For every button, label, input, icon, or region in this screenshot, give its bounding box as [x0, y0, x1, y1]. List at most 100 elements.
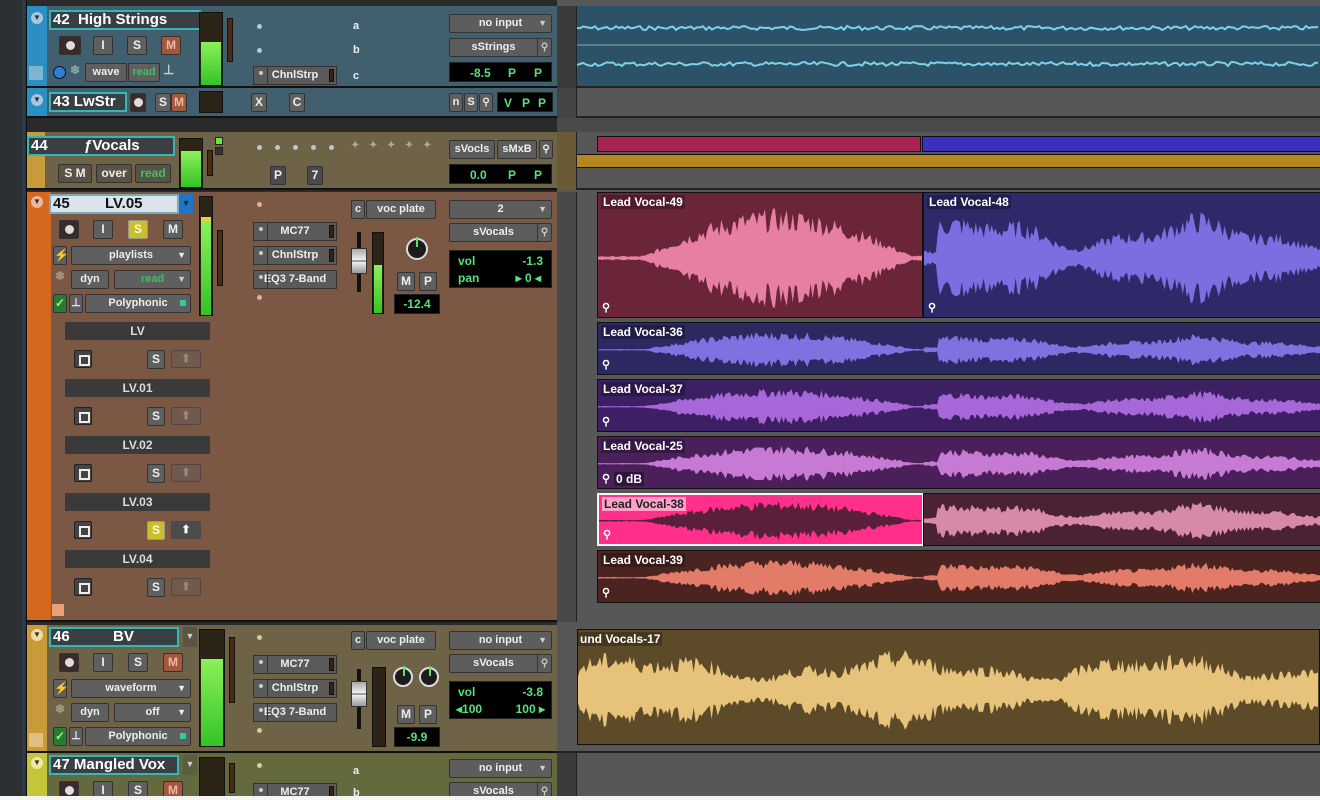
audio-region[interactable]: Lead Vocal-37 ⚲ — [597, 379, 1320, 432]
track-options-icon[interactable]: ▼ — [31, 629, 43, 641]
insert-slot-chnlstrp[interactable]: ChnlStrp — [253, 246, 337, 265]
region-sync-icon[interactable]: ⚲ — [928, 301, 936, 314]
playlist-promote-up-icon[interactable]: ⬆ — [171, 350, 201, 368]
region-sync-icon[interactable]: ⚲ — [602, 415, 610, 428]
elastic-audio-icon[interactable]: ⊥ — [69, 727, 83, 746]
send-a-label[interactable]: a — [353, 20, 359, 32]
audio-region[interactable]: Lead Vocal-49 ⚲ — [597, 192, 923, 318]
track-42-high-strings[interactable]: ▼ 42 High Strings ▼ I S M ❄ wave read ⊥ … — [27, 6, 557, 88]
insert-slot-a-dot[interactable] — [257, 635, 262, 640]
playlist-promote-up-icon[interactable]: ⬆ — [171, 521, 201, 539]
elastic-audio-icon[interactable]: ⊥ — [69, 294, 83, 313]
track-menu-arrow-icon[interactable]: ▼ — [183, 627, 197, 647]
sample-timebase-icon[interactable]: ⚡ — [53, 246, 69, 265]
region-sync-icon[interactable]: ⚲ — [602, 472, 610, 485]
send-a-label[interactable]: a — [353, 765, 359, 777]
region-sync-icon[interactable]: ⚲ — [602, 358, 610, 371]
send-fader[interactable] — [351, 669, 367, 729]
mute-button[interactable]: M — [171, 93, 187, 112]
record-enable-button[interactable] — [59, 220, 79, 239]
region-sync-icon[interactable]: ⚲ — [602, 586, 610, 599]
track-46-bv[interactable]: ▼ 46 BV ▼ I S M ⚡ waveform ▼ ❄ dyn off ▼ ✓ … — [27, 625, 557, 753]
automation-lane-icon[interactable] — [29, 733, 43, 747]
track-name-field[interactable]: 44 ƒVocals — [27, 136, 175, 156]
audio-region[interactable]: Lead Vocal-38 ⚲ — [597, 493, 924, 546]
freeze-icon[interactable]: ❄ — [55, 702, 65, 716]
lane-track-47[interactable] — [577, 753, 1320, 796]
elastic-enable-icon[interactable]: ✓ — [53, 727, 67, 746]
track-name-field[interactable]: 45 LV.05 — [49, 194, 179, 214]
clip-gain-value[interactable]: 0 dB — [614, 472, 645, 486]
track-options-icon[interactable]: ▼ — [31, 757, 43, 769]
lane-track-46[interactable]: und Vocals-17 — [557, 625, 1320, 753]
track-45-lv05[interactable]: ▼ 45 LV.05 ▼ I S M ⚡ playlists ▼ ❄ dyn rea… — [27, 192, 557, 622]
n-button[interactable]: n — [449, 93, 463, 112]
playlist-record-target-icon[interactable] — [74, 407, 92, 425]
vca-p-button[interactable]: P — [270, 166, 286, 185]
audio-region[interactable]: Lead Vocal-39 ⚲ — [597, 550, 1320, 603]
playlist-record-target-icon[interactable] — [74, 350, 92, 368]
elastic-mode-selector[interactable]: Polyphonic — [85, 294, 191, 313]
send-pan-knob[interactable] — [406, 237, 428, 260]
elastic-enable-icon[interactable]: ✓ — [53, 294, 67, 313]
track-options-icon[interactable]: ▼ — [31, 12, 43, 24]
solo-button[interactable]: S — [127, 36, 147, 55]
lane-track-43[interactable] — [577, 88, 1320, 118]
playlist-record-target-icon[interactable] — [74, 578, 92, 596]
output-selector[interactable]: sVocals ⚲ — [449, 782, 552, 796]
audio-region[interactable] — [923, 493, 1320, 546]
playlist-name-3[interactable]: LV.03 — [65, 493, 210, 511]
track-options-icon[interactable]: ▼ — [31, 94, 43, 106]
track-43-lwstr[interactable]: ▼ 43 LwStr S M X C n S ⚲ V P P — [27, 88, 557, 118]
input-monitor-button[interactable]: I — [93, 36, 113, 55]
send-mute-button[interactable]: M — [397, 272, 415, 291]
freeze-icon[interactable]: ❄ — [70, 63, 80, 77]
playlist-solo-button[interactable]: S — [147, 407, 165, 426]
playlist-name-2[interactable]: LV.02 — [65, 436, 210, 454]
fader-cap[interactable] — [351, 248, 367, 274]
solo-button[interactable]: S — [128, 220, 148, 239]
track-44-fvocals[interactable]: ▼ 44ƒVocals S M over read ✦✦✦✦✦ P 7 sVoc… — [27, 132, 557, 190]
edit-timeline[interactable]: Lead Vocal-49 ⚲ Lead Vocal-48 ⚲ Lead Vocal-3… — [557, 0, 1320, 796]
automation-mode-selector[interactable]: off ▼ — [114, 703, 191, 722]
playlist-promote-up-icon[interactable]: ⬆ — [171, 464, 201, 482]
region-sync-icon[interactable]: ⚲ — [602, 301, 610, 314]
audio-region[interactable]: Lead Vocal-48 ⚲ — [923, 192, 1320, 318]
volume-pan-display[interactable]: V P P — [497, 92, 553, 112]
sample-timebase-icon[interactable]: ⚡ — [53, 679, 69, 698]
volume-pan-display[interactable]: 0.0 P P — [449, 164, 552, 184]
insert-slot-chnlstrp[interactable]: ChnlStrp — [253, 679, 337, 698]
input-monitor-button[interactable]: I — [93, 653, 113, 672]
send-prefix-label[interactable]: c — [351, 200, 365, 219]
output-a-selector[interactable]: sVocls — [449, 140, 495, 159]
volume-pan-display[interactable]: vol -3.8 ◂100 100 ▸ — [449, 681, 552, 719]
insert-slot-eq3[interactable]: EQ3 7-Band — [253, 703, 337, 722]
playlist-promote-up-icon[interactable]: ⬆ — [171, 407, 201, 425]
playlist-solo-button[interactable]: S — [147, 464, 165, 483]
automation-lane-icon[interactable] — [29, 66, 43, 80]
solo-button[interactable]: S — [128, 653, 148, 672]
freeze-icon[interactable]: ❄ — [55, 269, 65, 283]
record-enable-button[interactable] — [59, 36, 81, 55]
insert-slot-eq3[interactable]: EQ3 7-Band — [253, 270, 337, 289]
track-options-icon[interactable]: ▼ — [31, 196, 43, 208]
automation-mode-selector[interactable]: read — [135, 164, 171, 183]
send-prefix-label[interactable]: c — [351, 631, 365, 650]
playlist-name-0[interactable]: LV — [65, 322, 210, 340]
mute-button[interactable]: M — [163, 220, 183, 239]
playlist-record-target-icon[interactable] — [74, 464, 92, 482]
send-level-display[interactable]: -12.4 — [394, 294, 440, 314]
send-b-label[interactable]: b — [353, 787, 360, 796]
send-b-label[interactable]: b — [353, 44, 360, 56]
lane-track-42[interactable] — [577, 6, 1320, 88]
playlist-record-target-icon[interactable] — [74, 521, 92, 539]
vca-region-bar-2[interactable] — [922, 136, 1320, 152]
input-selector[interactable]: no input ▼ — [449, 14, 552, 33]
solo-button[interactable]: S — [128, 781, 148, 796]
dyn-button[interactable]: dyn — [71, 703, 109, 722]
solo-button[interactable]: S — [155, 93, 171, 112]
vca-region-bar-1[interactable] — [597, 136, 921, 152]
insert-slot-b-dot[interactable] — [257, 48, 262, 53]
record-enable-button[interactable] — [59, 781, 79, 796]
insert-slot-a-dot[interactable] — [257, 24, 262, 29]
